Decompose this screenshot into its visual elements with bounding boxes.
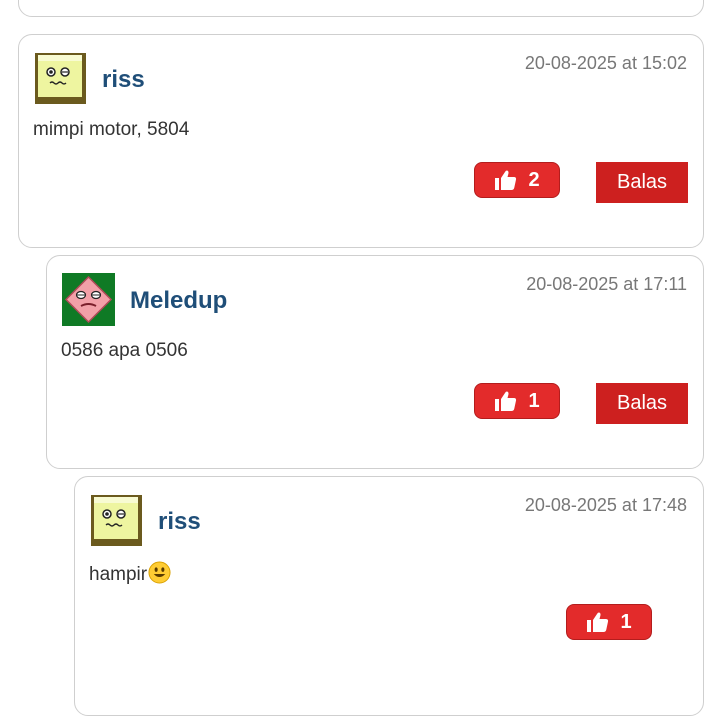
like-button[interactable]: 1 <box>474 383 560 419</box>
comment-card: riss 20-08-2025 at 15:02 mimpi motor, 58… <box>18 34 704 248</box>
avatar[interactable] <box>62 273 115 326</box>
pink-diamond-face-icon <box>62 273 115 326</box>
reply-button[interactable]: Balas <box>596 162 688 203</box>
like-button[interactable]: 1 <box>566 604 652 640</box>
comment-card: Meledup 20-08-2025 at 17:11 0586 apa 050… <box>46 255 704 469</box>
comment-date: 20-08-2025 at 17:11 <box>526 274 687 294</box>
like-count: 1 <box>620 610 632 633</box>
comment-card: riss 20-08-2025 at 17:48 hampir 1 <box>74 476 704 716</box>
comment-username[interactable]: riss <box>102 66 145 94</box>
avatar[interactable] <box>34 52 87 105</box>
like-count: 2 <box>528 168 540 191</box>
previous-comment-card <box>18 0 704 17</box>
comment-username[interactable]: Meledup <box>130 287 227 315</box>
like-count: 1 <box>528 389 540 412</box>
comment-date: 20-08-2025 at 17:48 <box>524 495 687 515</box>
comment-text: hampir <box>89 561 171 590</box>
like-button[interactable]: 2 <box>474 162 560 198</box>
comment-text-body: hampir <box>89 564 148 585</box>
comment-username[interactable]: riss <box>158 508 201 536</box>
reply-button[interactable]: Balas <box>596 383 688 424</box>
green-square-face-icon <box>90 494 143 547</box>
comment-text: 0586 apa 0506 <box>61 340 188 361</box>
thumbs-up-icon <box>495 170 517 190</box>
comment-text: mimpi motor, 5804 <box>33 119 190 140</box>
green-square-face-icon <box>34 52 87 105</box>
smiley-icon <box>148 561 171 590</box>
avatar[interactable] <box>90 494 143 547</box>
thumbs-up-icon <box>495 391 517 411</box>
comment-date: 20-08-2025 at 15:02 <box>524 53 687 73</box>
thumbs-up-icon <box>587 612 609 632</box>
